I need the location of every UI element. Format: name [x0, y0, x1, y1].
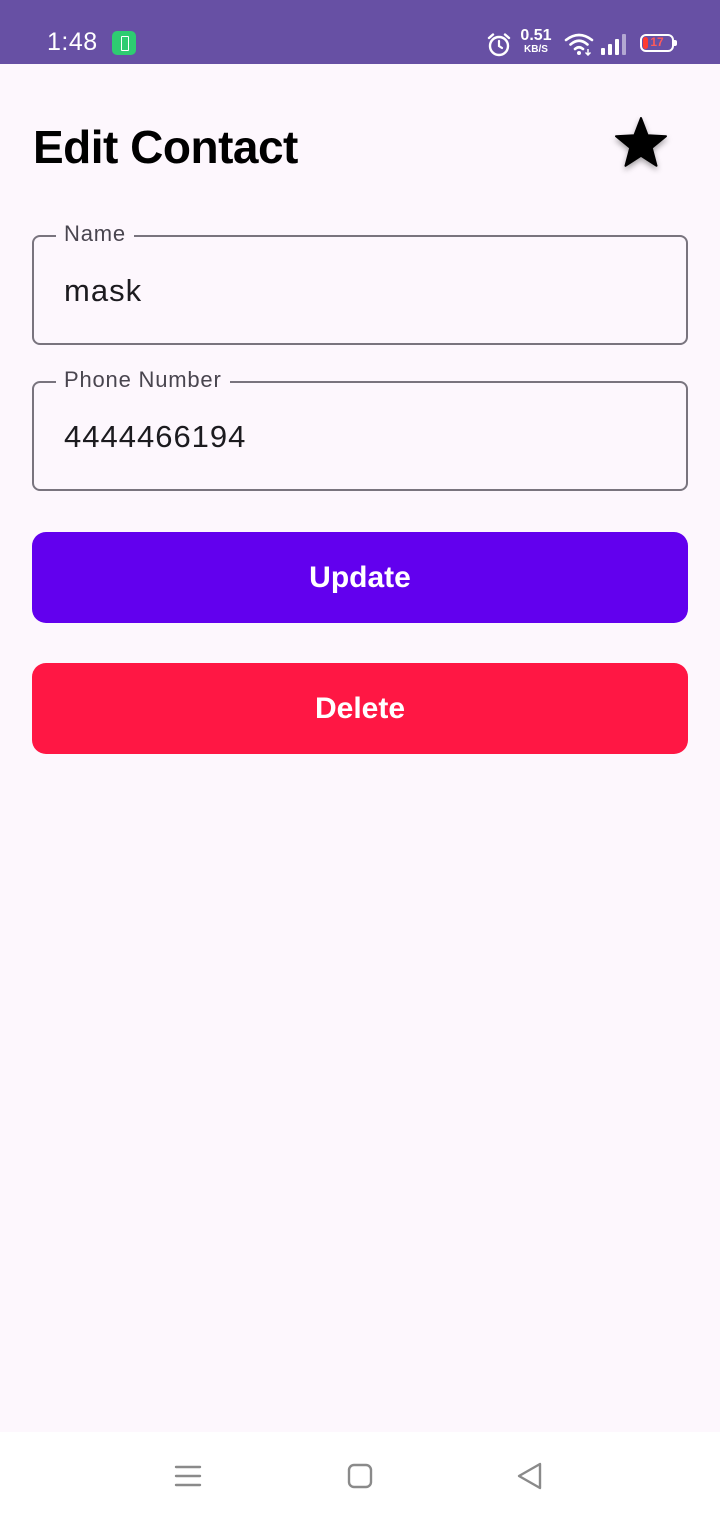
- back-button[interactable]: [514, 1460, 546, 1497]
- alarm-icon: [486, 32, 512, 63]
- battery-saver-app-icon: [112, 31, 136, 55]
- battery-level: 17: [650, 35, 664, 49]
- system-nav-bar: [0, 1432, 720, 1520]
- network-speed: 0.51 KB/S: [519, 28, 553, 55]
- name-field-label: Name: [56, 221, 134, 247]
- cell-signal-icon: [600, 32, 628, 61]
- name-field[interactable]: Name: [32, 221, 688, 345]
- home-button[interactable]: [344, 1460, 376, 1497]
- status-bar: 1:48 0.51 KB/S 17: [0, 0, 720, 64]
- wifi-icon: [564, 32, 594, 61]
- menu-icon: [174, 1465, 202, 1487]
- network-speed-unit: KB/S: [524, 44, 548, 55]
- favorite-button[interactable]: [606, 108, 676, 178]
- home-square-icon: [347, 1463, 373, 1489]
- recents-button[interactable]: [172, 1460, 204, 1497]
- phone-field[interactable]: Phone Number: [32, 367, 688, 491]
- update-button[interactable]: Update: [32, 532, 688, 623]
- status-time: 1:48: [47, 28, 98, 56]
- back-triangle-icon: [517, 1462, 542, 1490]
- battery-icon: 17: [640, 34, 674, 52]
- delete-button[interactable]: Delete: [32, 663, 688, 754]
- star-icon: [615, 117, 667, 167]
- name-input[interactable]: [64, 273, 654, 309]
- phone-input[interactable]: [64, 419, 654, 455]
- page-title: Edit Contact: [33, 121, 298, 173]
- phone-field-label: Phone Number: [56, 367, 230, 393]
- battery-nub: [674, 40, 677, 46]
- network-speed-value: 0.51: [520, 27, 552, 44]
